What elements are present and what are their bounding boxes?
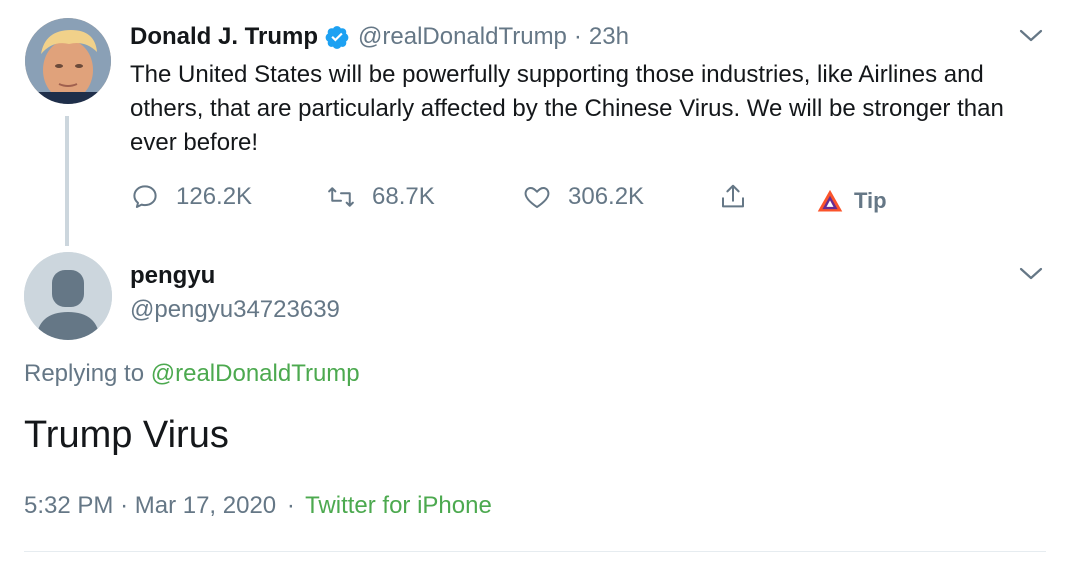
- replying-prefix: Replying to: [24, 360, 145, 387]
- tweet-time[interactable]: 23h: [589, 23, 629, 51]
- reply-author-name[interactable]: pengyu: [130, 262, 215, 290]
- reply-count: 126.2K: [176, 183, 253, 210]
- default-avatar-icon: [24, 252, 112, 340]
- reply-text: Trump Virus: [24, 414, 229, 456]
- avatar-image: [25, 18, 111, 104]
- share-icon: [722, 184, 744, 208]
- separator: ·: [286, 492, 295, 519]
- separator: ·: [120, 492, 129, 519]
- separator: ·: [573, 23, 582, 50]
- share-button[interactable]: [718, 180, 748, 214]
- tweet-actions: 126.2K 68.7K 306.2K Tip: [130, 180, 1030, 214]
- chevron-down-icon[interactable]: [1018, 266, 1044, 282]
- tweet-header: Donald J. Trump @realDonaldTrump · 23h: [130, 20, 629, 54]
- reply-avatar[interactable]: [24, 252, 112, 340]
- tweet-date[interactable]: Mar 17, 2020: [135, 492, 276, 519]
- tweet-time[interactable]: 5:32 PM: [24, 492, 113, 519]
- like-count: 306.2K: [568, 183, 645, 210]
- replying-to: Replying to @realDonaldTrump: [24, 360, 360, 388]
- avatar[interactable]: [25, 18, 111, 104]
- retweet-count: 68.7K: [372, 183, 435, 210]
- verified-badge-icon: [325, 26, 349, 49]
- tweet-source[interactable]: Twitter for iPhone: [305, 492, 492, 519]
- author-handle[interactable]: @realDonaldTrump: [358, 23, 567, 51]
- brave-tip-icon: [817, 189, 843, 212]
- chevron-down-icon[interactable]: [1018, 28, 1044, 44]
- like-icon: [524, 187, 550, 208]
- retweet-icon: [328, 187, 354, 207]
- author-name[interactable]: Donald J. Trump: [130, 23, 318, 51]
- tip-button[interactable]: Tip: [816, 184, 887, 218]
- original-tweet[interactable]: Donald J. Trump @realDonaldTrump · 23h T…: [0, 0, 1070, 246]
- tip-label: Tip: [854, 188, 887, 213]
- divider: [24, 551, 1046, 552]
- reply-icon: [133, 185, 157, 208]
- retweet-button[interactable]: 68.7K: [326, 180, 435, 214]
- mention-link[interactable]: @realDonaldTrump: [151, 360, 360, 387]
- tweet-text: The United States will be powerfully sup…: [130, 61, 1004, 156]
- reply-author-handle[interactable]: @pengyu34723639: [130, 296, 340, 324]
- like-button[interactable]: 306.2K: [522, 180, 644, 214]
- thread-line: [65, 116, 69, 246]
- tweet-meta: 5:32 PM · Mar 17, 2020 · Twitter for iPh…: [24, 492, 492, 520]
- reply-button[interactable]: 126.2K: [130, 180, 252, 214]
